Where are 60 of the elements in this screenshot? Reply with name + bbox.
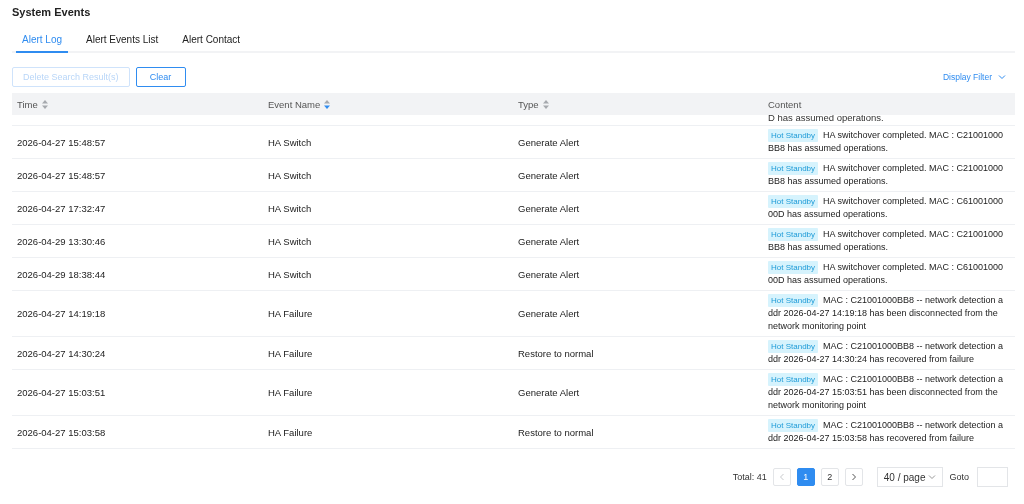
table-cell: 2026-04-27 15:48:57 (17, 136, 106, 148)
total-count: Total: 41 (732, 472, 767, 482)
table-cell: Generate Alert (518, 387, 580, 398)
table-cell: HA Switch (268, 268, 312, 280)
tab[interactable]: Alert Contact (176, 28, 247, 53)
table-cell-text: Hot Standby MAC : C21001000BB8 -- network detection addr 2026-04-27 15:03:58 has recovered from failure (767, 418, 1005, 445)
next-page-button[interactable] (844, 468, 863, 486)
clear-button[interactable]: Clear (135, 67, 186, 87)
table-cell-text: Hot Standby MAC : C21001000BB8 -- network detection addr 2026-04-27 14:19:18 has been disconnected from the network monitoring point (767, 293, 1005, 333)
column-header[interactable]: Type (518, 98, 539, 110)
goto-label: Goto (949, 472, 969, 482)
column-header[interactable]: Event Name (268, 98, 321, 110)
table-cell: 2026-04-27 15:03:58 (17, 426, 106, 438)
table-cell: 2026-04-29 13:30:46 (17, 235, 106, 247)
page-size-select[interactable]: 40 / page (876, 467, 944, 487)
sort-icon[interactable] (542, 99, 549, 109)
table-cell: Generate Alert (518, 169, 580, 181)
table-cell: HA Failure (268, 426, 313, 438)
table-cell: HA Switch (268, 235, 312, 247)
table-cell: 2026-04-27 14:30:24 (17, 347, 106, 359)
display-filter-button[interactable]: Display Filter (942, 72, 1006, 82)
table-cell: Generate Alert (518, 136, 580, 148)
page-title: System Events (12, 6, 92, 18)
table-cell: 2026-04-29 18:38:44 (17, 268, 106, 280)
table-cell-text: Hot Standby HA switchover completed. MAC : C21001000BB8 has assumed operations. (767, 227, 1005, 254)
table-cell: Generate Alert (518, 202, 580, 214)
table-cell: Generate Alert (518, 268, 580, 280)
table-cell-text: Hot Standby HA switchover completed. MAC : C6100100000D has assumed operations. (767, 194, 1005, 221)
table-cell: HA Failure (268, 387, 313, 398)
table-cell: 2026-04-27 17:32:47 (17, 202, 106, 214)
tab[interactable]: Alert Log (16, 28, 69, 53)
table-cell-text: Hot Standby HA switchover completed. MAC : C21001000BB8 has assumed operations. (767, 161, 1005, 188)
chevron-left-icon (777, 473, 786, 481)
sort-icon[interactable] (41, 99, 48, 109)
table-cell-text: Hot Standby MAC : C21001000BB8 -- network detection addr 2026-04-27 15:03:51 has been disconnected from the network monitoring point (767, 372, 1005, 412)
chevron-right-icon (849, 473, 858, 481)
table-cell: Restore to normal (518, 426, 594, 438)
table-cell: HA Failure (268, 347, 313, 359)
caret-icon (928, 473, 937, 481)
table-cell: HA Switch (268, 136, 312, 148)
table-cell-text: D has assumed operations. (767, 115, 885, 123)
column-header[interactable]: Content (768, 98, 802, 110)
chevron-down-icon (998, 73, 1006, 81)
table-cell: Generate Alert (518, 308, 580, 319)
sort-icon[interactable] (324, 99, 331, 109)
page-button[interactable]: 2 (820, 468, 839, 486)
column-header[interactable]: Time (17, 98, 38, 110)
table-cell: HA Switch (268, 169, 312, 181)
table-cell-text: Hot Standby MAC : C21001000BB8 -- network detection addr 2026-04-27 14:30:24 has recovered from failure (767, 339, 1005, 366)
table-cell: 2026-04-27 15:48:57 (17, 169, 106, 181)
table-cell-text: Hot Standby HA switchover completed. MAC : C21001000BB8 has assumed operations. (767, 128, 1005, 155)
table-cell: 2026-04-27 14:19:18 (17, 308, 106, 319)
tab[interactable]: Alert Events List (80, 28, 165, 53)
table-cell: 2026-04-27 15:03:51 (17, 387, 106, 398)
table-cell-text: Hot Standby HA switchover completed. MAC : C6100100000D has assumed operations. (767, 260, 1005, 287)
table-cell: Generate Alert (518, 235, 580, 247)
goto-field[interactable] (977, 467, 1008, 487)
table-cell: Restore to normal (518, 347, 594, 359)
table-cell: HA Failure (268, 308, 313, 319)
table-cell: HA Switch (268, 202, 312, 214)
